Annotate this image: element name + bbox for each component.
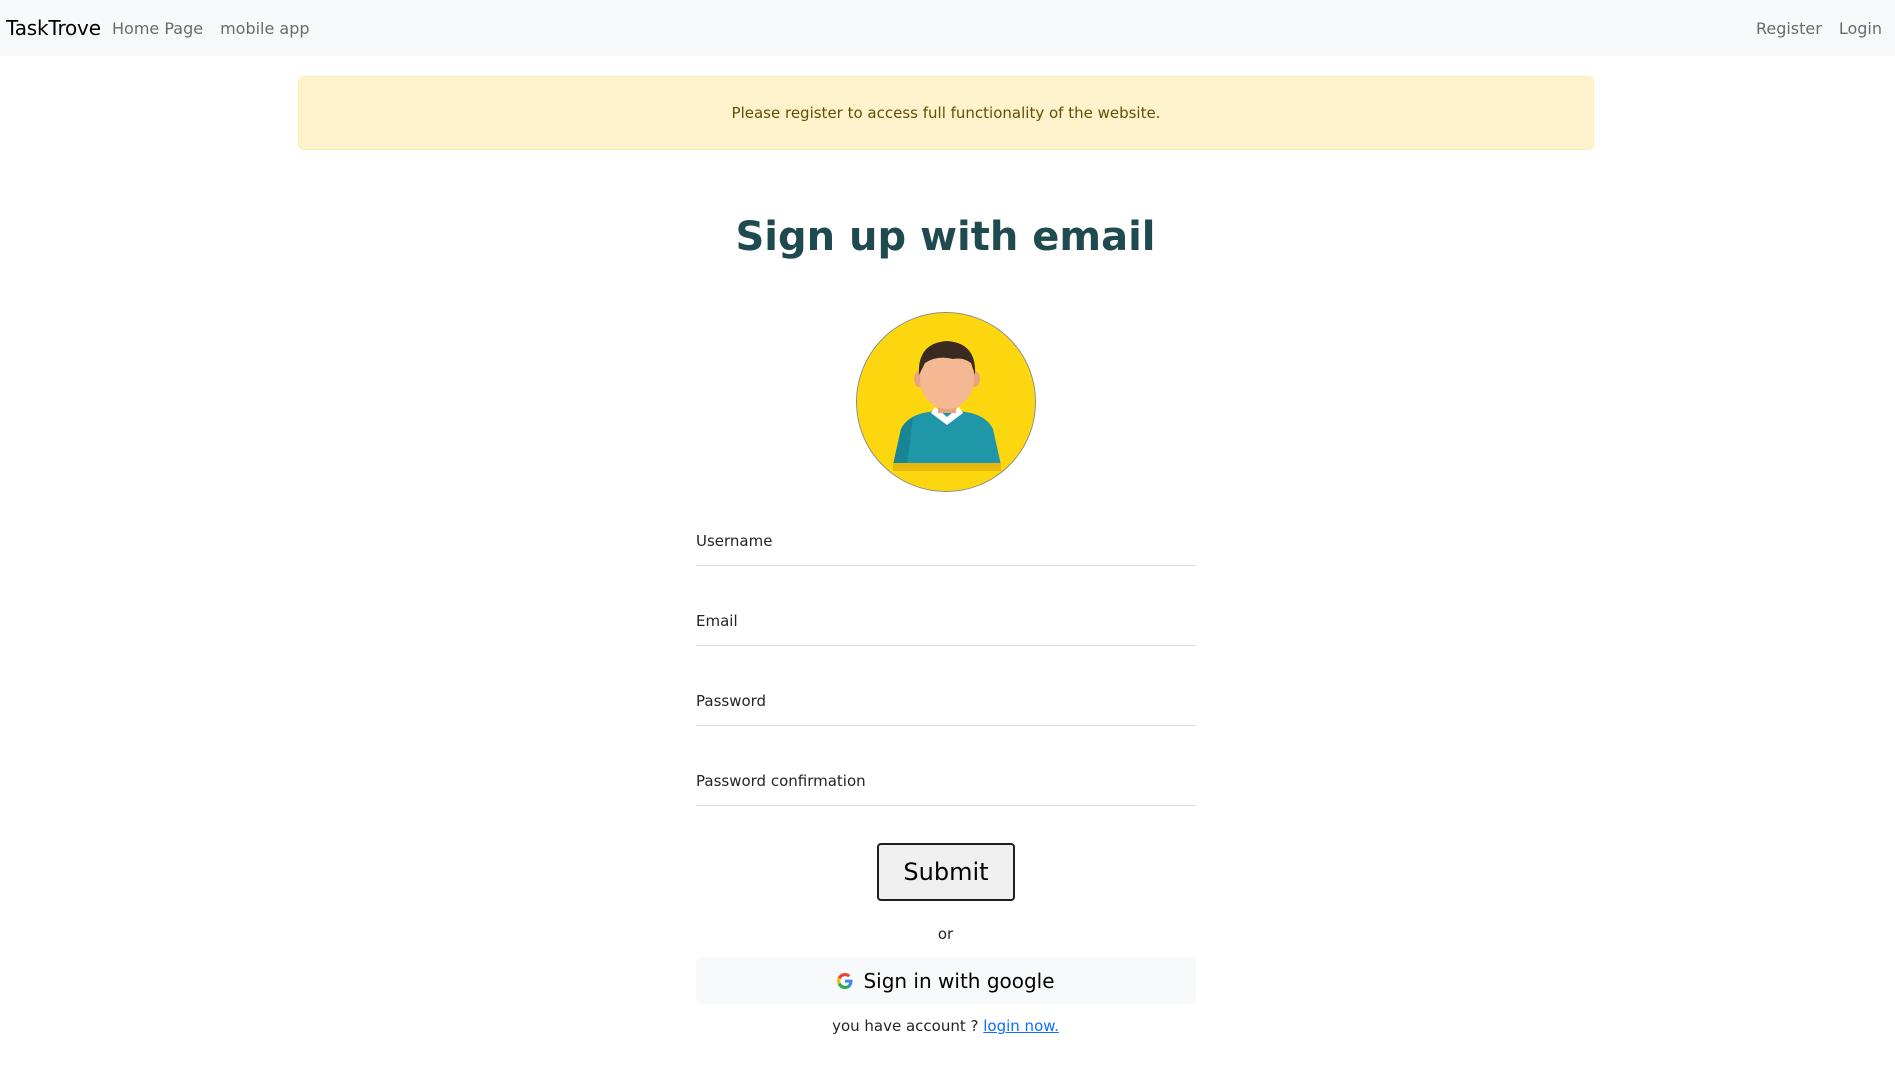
google-icon (837, 972, 853, 989)
nav-link-login[interactable]: Login (1839, 19, 1882, 38)
navbar: TaskTrove Home Page mobile app Register … (0, 0, 1895, 56)
login-now-link[interactable]: login now. (983, 1017, 1059, 1035)
user-avatar-icon (857, 313, 1035, 491)
login-prompt: you have account ? login now. (0, 1017, 1891, 1035)
submit-button[interactable]: Submit (877, 843, 1015, 901)
signup-form: Username Email Password Password confirm… (696, 520, 1196, 840)
nav-link-home-page[interactable]: Home Page (112, 19, 203, 38)
brand-logo[interactable]: TaskTrove (6, 16, 101, 40)
nav-left: Home Page mobile app (112, 19, 310, 38)
password-field-group: Password (696, 680, 1196, 760)
username-label: Username (696, 532, 773, 550)
alert-message: Please register to access full functiona… (731, 104, 1161, 122)
nav-right: Register Login (1756, 19, 1882, 38)
email-field-group: Email (696, 600, 1196, 680)
or-divider-text: or (937, 925, 954, 943)
email-label: Email (696, 612, 738, 630)
password-confirmation-label: Password confirmation (696, 772, 866, 790)
password-confirmation-field-group: Password confirmation (696, 760, 1196, 840)
page-title: Sign up with email (735, 214, 1156, 260)
nav-link-mobile-app[interactable]: mobile app (220, 19, 309, 38)
email-input[interactable] (696, 600, 1196, 646)
google-signin-label: Sign in with google (863, 968, 1055, 993)
avatar (856, 312, 1036, 492)
password-label: Password (696, 692, 767, 710)
nav-link-register[interactable]: Register (1756, 19, 1822, 38)
account-prompt-text: you have account ? (832, 1017, 979, 1035)
username-field-group: Username (696, 520, 1196, 600)
register-alert: Please register to access full functiona… (298, 76, 1594, 150)
google-signin-button[interactable]: Sign in with google (696, 957, 1196, 1004)
password-input[interactable] (696, 680, 1196, 726)
